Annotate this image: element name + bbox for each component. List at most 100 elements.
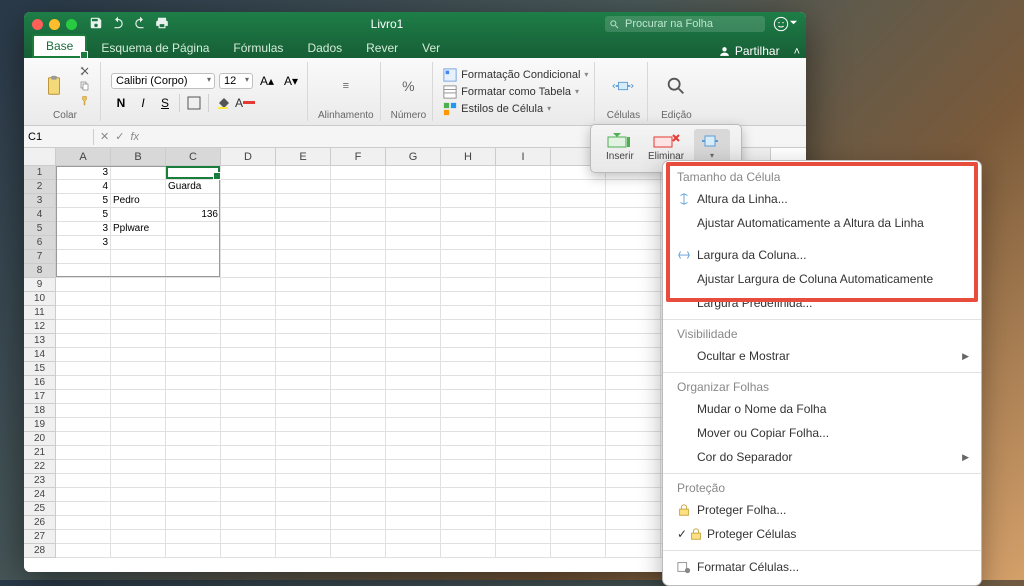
- cell[interactable]: [441, 516, 496, 530]
- cell[interactable]: [331, 194, 386, 208]
- bold-button[interactable]: N: [111, 94, 131, 112]
- row-header[interactable]: 26: [24, 516, 56, 530]
- cell[interactable]: [441, 278, 496, 292]
- cut-button[interactable]: [76, 64, 94, 78]
- cell[interactable]: [496, 208, 551, 222]
- increase-font-button[interactable]: A▴: [257, 72, 277, 90]
- cell[interactable]: [496, 376, 551, 390]
- cell[interactable]: [386, 446, 441, 460]
- cell[interactable]: [496, 320, 551, 334]
- cell[interactable]: [606, 208, 661, 222]
- cell[interactable]: [221, 222, 276, 236]
- row-header[interactable]: 17: [24, 390, 56, 404]
- save-icon[interactable]: [89, 16, 103, 33]
- cell[interactable]: [496, 446, 551, 460]
- cell[interactable]: [166, 418, 221, 432]
- menu-autofit-row[interactable]: Ajustar Automaticamente a Altura da Linh…: [663, 211, 981, 235]
- cell[interactable]: [111, 544, 166, 558]
- menu-protect-cells[interactable]: ✓Proteger Células: [663, 522, 981, 546]
- cell[interactable]: [606, 404, 661, 418]
- paste-button[interactable]: [36, 64, 72, 108]
- tab-esquema[interactable]: Esquema de Página: [89, 38, 221, 58]
- cell[interactable]: [606, 264, 661, 278]
- column-header[interactable]: E: [276, 148, 331, 166]
- cell[interactable]: [606, 362, 661, 376]
- cell[interactable]: [606, 516, 661, 530]
- cell[interactable]: [331, 334, 386, 348]
- cell[interactable]: [496, 502, 551, 516]
- font-name-combo[interactable]: Calibri (Corpo): [111, 73, 215, 89]
- cell[interactable]: [331, 544, 386, 558]
- menu-autofit-column[interactable]: Ajustar Largura de Coluna Automaticament…: [663, 267, 981, 291]
- cell[interactable]: [551, 516, 606, 530]
- cell[interactable]: [276, 362, 331, 376]
- cell[interactable]: [221, 278, 276, 292]
- cell[interactable]: [606, 292, 661, 306]
- cell[interactable]: [496, 334, 551, 348]
- row-header[interactable]: 9: [24, 278, 56, 292]
- column-header[interactable]: F: [331, 148, 386, 166]
- cell[interactable]: [606, 278, 661, 292]
- cell[interactable]: [386, 250, 441, 264]
- cell[interactable]: [276, 306, 331, 320]
- cell[interactable]: [386, 488, 441, 502]
- cell[interactable]: [606, 502, 661, 516]
- cell[interactable]: [331, 348, 386, 362]
- cell[interactable]: [166, 320, 221, 334]
- cell[interactable]: [56, 320, 111, 334]
- cell[interactable]: [496, 222, 551, 236]
- cell[interactable]: [331, 530, 386, 544]
- cell[interactable]: [331, 474, 386, 488]
- cell[interactable]: [276, 292, 331, 306]
- cell[interactable]: [386, 502, 441, 516]
- fill-color-button[interactable]: [213, 94, 233, 112]
- row-header[interactable]: 15: [24, 362, 56, 376]
- cell[interactable]: [496, 166, 551, 180]
- tab-ver[interactable]: Ver: [410, 38, 452, 58]
- insert-cells-button[interactable]: Inserir: [602, 129, 638, 164]
- cell[interactable]: [441, 250, 496, 264]
- cell[interactable]: [551, 334, 606, 348]
- cell[interactable]: [606, 474, 661, 488]
- cell[interactable]: [551, 446, 606, 460]
- row-header[interactable]: 21: [24, 446, 56, 460]
- column-header[interactable]: D: [221, 148, 276, 166]
- cell[interactable]: [111, 292, 166, 306]
- cell[interactable]: [56, 334, 111, 348]
- column-header[interactable]: C: [166, 148, 221, 166]
- cell[interactable]: [276, 530, 331, 544]
- cell[interactable]: [56, 418, 111, 432]
- cell[interactable]: [551, 292, 606, 306]
- decrease-font-button[interactable]: A▾: [281, 72, 301, 90]
- cell[interactable]: [166, 488, 221, 502]
- cell[interactable]: [606, 460, 661, 474]
- cell[interactable]: [276, 376, 331, 390]
- cell[interactable]: [111, 530, 166, 544]
- cell[interactable]: [276, 166, 331, 180]
- cell[interactable]: [331, 502, 386, 516]
- format-as-table-button[interactable]: Formatar como Tabela▾: [443, 84, 588, 100]
- cell[interactable]: [441, 306, 496, 320]
- cell[interactable]: [551, 222, 606, 236]
- cell[interactable]: [606, 418, 661, 432]
- cell[interactable]: [276, 250, 331, 264]
- print-icon[interactable]: [155, 16, 169, 33]
- cell[interactable]: [496, 264, 551, 278]
- cell[interactable]: [111, 348, 166, 362]
- cell[interactable]: [496, 488, 551, 502]
- cell[interactable]: [606, 222, 661, 236]
- cell[interactable]: [441, 460, 496, 474]
- cell[interactable]: [111, 488, 166, 502]
- cell[interactable]: [56, 516, 111, 530]
- borders-button[interactable]: [184, 94, 204, 112]
- cell[interactable]: [276, 544, 331, 558]
- cell[interactable]: [551, 376, 606, 390]
- cell[interactable]: [221, 292, 276, 306]
- cell[interactable]: [441, 334, 496, 348]
- menu-hide-show[interactable]: Ocultar e Mostrar: [663, 344, 981, 368]
- cell[interactable]: [386, 460, 441, 474]
- cell[interactable]: [551, 278, 606, 292]
- cell[interactable]: [221, 502, 276, 516]
- cell[interactable]: [56, 474, 111, 488]
- cell[interactable]: [166, 530, 221, 544]
